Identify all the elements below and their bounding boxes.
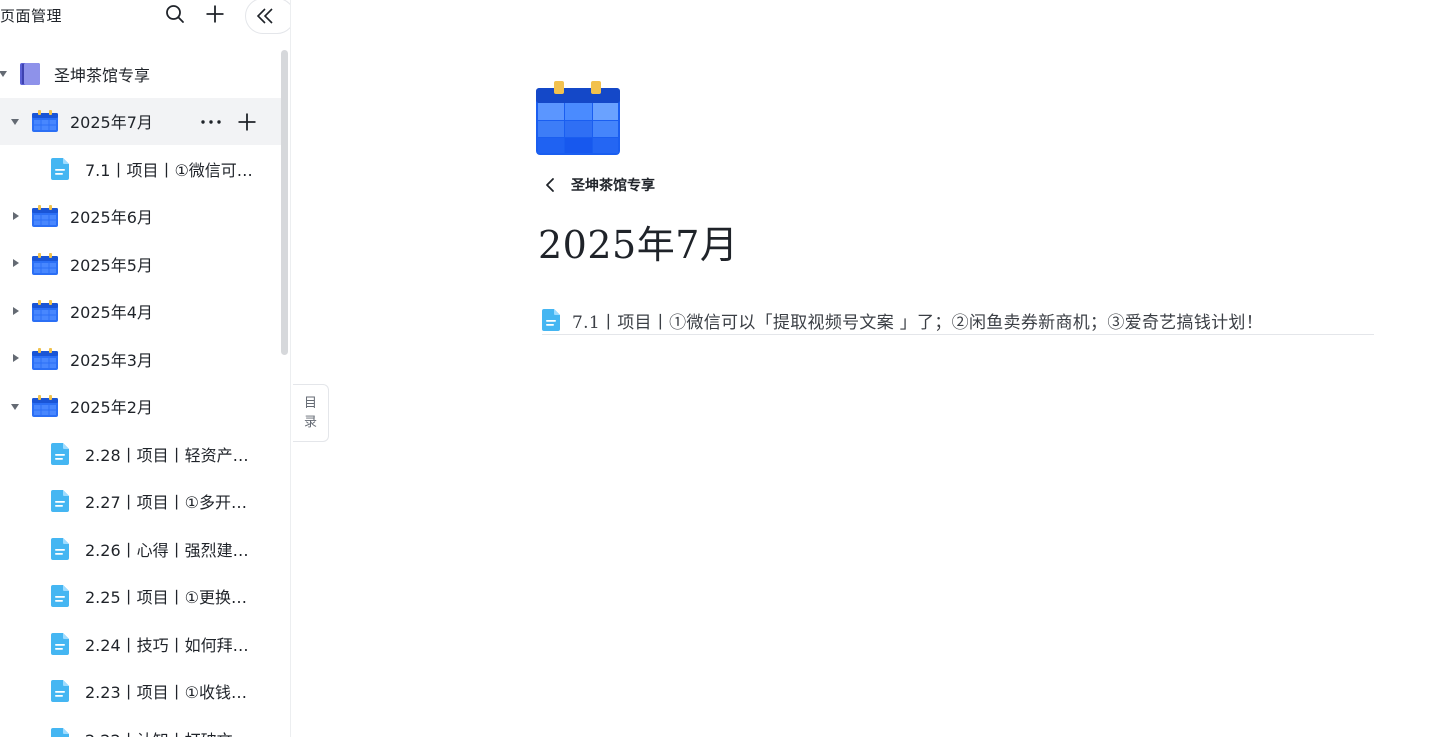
tree-item-doc[interactable]: 2.27丨项目丨①多开…	[0, 478, 282, 526]
tree-item-label: 2.25丨项目丨①更换…	[85, 588, 247, 608]
tree-item-doc[interactable]: 2.24丨技巧丨如何拜…	[0, 620, 282, 668]
tree-item-label: 2025年4月	[70, 303, 153, 323]
document-icon	[51, 727, 69, 737]
caret-right-icon[interactable]	[11, 258, 21, 268]
document-icon	[51, 490, 69, 513]
tree-item-label: 2025年5月	[70, 255, 153, 275]
calendar-icon	[32, 252, 58, 275]
tree-item-label: 2.24丨技巧丨如何拜…	[85, 635, 249, 655]
tree-item-doc[interactable]: 2.22丨认知丨打破文…	[0, 715, 282, 737]
add-subpage-button[interactable]	[234, 109, 260, 135]
tree-item-doc[interactable]: 2.26丨心得丨强烈建…	[0, 525, 282, 573]
document-icon	[51, 157, 69, 180]
tree-item-label: 2.26丨心得丨强烈建…	[85, 540, 249, 560]
tree-item-doc[interactable]: 2.23丨项目丨①收钱…	[0, 668, 282, 716]
sidebar: 页面管理 圣坤茶馆专享 2025年7月 7.1丨项目丨①微信可以 2025年6月…	[0, 0, 291, 737]
sidebar-header: 页面管理	[0, 0, 290, 34]
document-icon	[542, 309, 562, 331]
add-page-button[interactable]	[202, 1, 228, 27]
tree-item-2025-06[interactable]: 2025年6月	[0, 193, 282, 241]
calendar-icon	[32, 347, 58, 370]
book-icon	[19, 62, 41, 86]
tree-item-doc[interactable]: 2.28丨项目丨轻资产…	[0, 430, 282, 478]
tree-item-label: 2025年3月	[70, 350, 153, 370]
chevron-left-icon[interactable]	[542, 177, 558, 193]
double-chevron-left-icon	[256, 8, 273, 24]
sidebar-title: 页面管理	[0, 7, 63, 25]
tree-item-label: 2.23丨项目丨①收钱…	[85, 683, 247, 703]
caret-down-icon[interactable]	[10, 402, 20, 412]
page-title: 2025年7月	[538, 223, 739, 267]
tree-item-label: 7.1丨项目丨①微信可以「提取视频号文案」了；②闲鱼卖券新商机；③爱奇艺搞钱计划…	[85, 160, 257, 180]
document-icon	[51, 680, 69, 703]
calendar-icon	[32, 300, 58, 323]
search-button[interactable]	[162, 1, 188, 27]
caret-right-icon[interactable]	[11, 353, 21, 363]
calendar-icon[interactable]	[536, 81, 620, 159]
tree-item-label: 2025年2月	[70, 398, 153, 418]
search-icon	[166, 5, 184, 23]
more-icon	[201, 119, 221, 124]
document-icon	[51, 442, 69, 465]
more-button[interactable]	[198, 109, 224, 135]
collapse-sidebar-button[interactable]	[245, 0, 290, 34]
child-page-title: 7.1丨项目丨①微信可以「提取视频号文案 」了；②闲鱼卖券新商机；③爱奇艺搞钱计…	[572, 312, 1264, 333]
caret-right-icon[interactable]	[11, 211, 21, 221]
row-actions	[198, 109, 260, 135]
document-icon	[51, 537, 69, 560]
main-content: 圣坤茶馆专享 2025年7月 7.1丨项目丨①微信可以「提取视频号文案 」了；②…	[292, 0, 1445, 737]
breadcrumb[interactable]: 圣坤茶馆专享	[542, 173, 655, 197]
tree-item-label: 2.22丨认知丨打破文…	[85, 727, 265, 737]
tree-item-2025-07[interactable]: 2025年7月	[0, 97, 282, 145]
tree-item-label: 2.28丨项目丨轻资产…	[85, 445, 249, 465]
plus-icon	[238, 113, 256, 130]
tree-item-label: 圣坤茶馆专享	[54, 65, 151, 85]
tree-item-2025-02[interactable]: 2025年2月	[0, 383, 282, 431]
child-page-link[interactable]: 7.1丨项目丨①微信可以「提取视频号文案 」了；②闲鱼卖券新商机；③爱奇艺搞钱计…	[542, 306, 1374, 335]
calendar-icon	[32, 110, 58, 133]
tree-item-doc[interactable]: 2.25丨项目丨①更换…	[0, 573, 282, 621]
tree-item-2025-05[interactable]: 2025年5月	[0, 240, 282, 288]
caret-right-icon[interactable]	[11, 306, 21, 316]
tree-item-2025-03[interactable]: 2025年3月	[0, 335, 282, 383]
tree-item-2025-04[interactable]: 2025年4月	[0, 288, 282, 336]
tree-item-doc[interactable]: 7.1丨项目丨①微信可以「提取视频号文案」了；②闲鱼卖券新商机；③爱奇艺搞钱计划…	[0, 145, 282, 193]
calendar-icon	[32, 395, 58, 418]
document-icon	[51, 632, 69, 655]
caret-down-icon[interactable]	[0, 69, 8, 79]
plus-icon	[206, 5, 224, 23]
calendar-icon	[32, 205, 58, 228]
tree-item-label: 2.27丨项目丨①多开…	[85, 493, 247, 513]
page-tree: 圣坤茶馆专享 2025年7月 7.1丨项目丨①微信可以「提取视	[0, 50, 282, 737]
tree-item-root[interactable]: 圣坤茶馆专享	[0, 50, 282, 98]
tree-item-label: 2025年6月	[70, 208, 153, 228]
tree-item-label: 2025年7月	[70, 113, 153, 133]
sidebar-scrollbar[interactable]	[281, 50, 288, 355]
caret-down-icon[interactable]	[10, 117, 20, 127]
document-icon	[51, 585, 69, 608]
breadcrumb-parent[interactable]: 圣坤茶馆专享	[571, 175, 655, 195]
